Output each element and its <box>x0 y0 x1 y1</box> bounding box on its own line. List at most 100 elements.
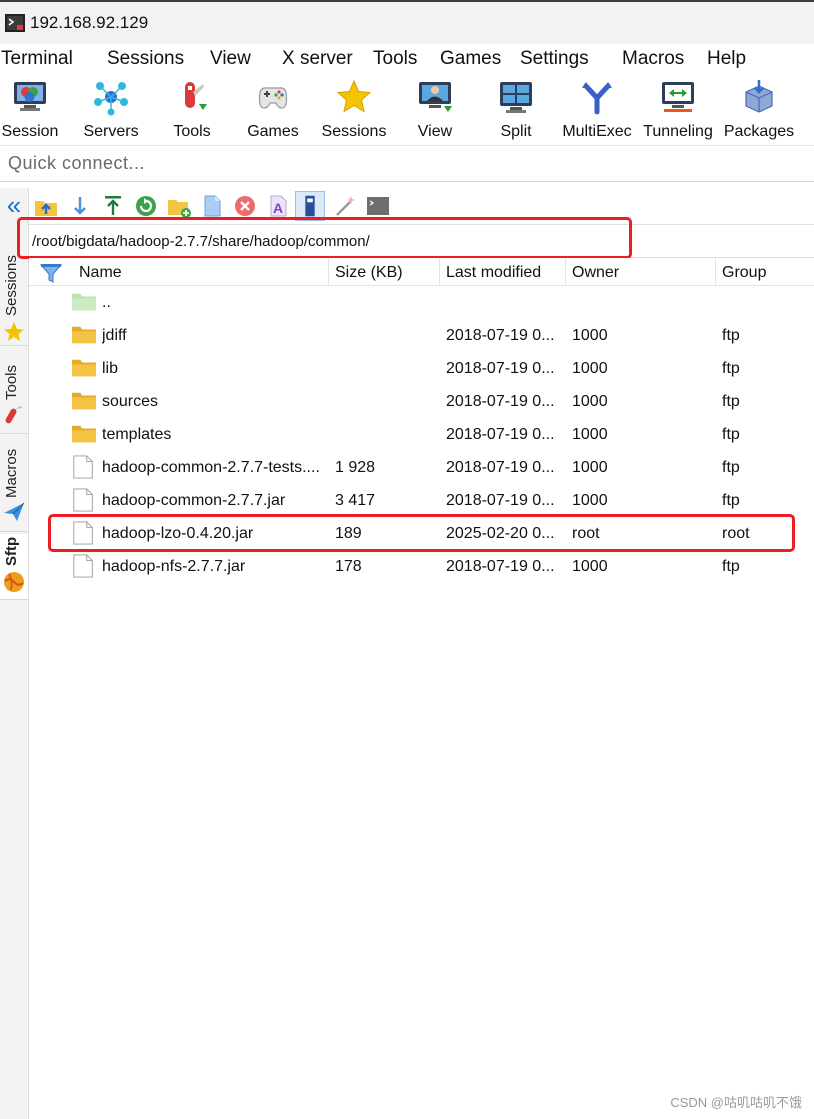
file-group: root <box>722 525 750 542</box>
gamepad-icon <box>258 87 288 109</box>
collapse-sidebar-icon[interactable]: « <box>1 192 27 220</box>
toolbar-packages-button[interactable]: Packages <box>719 78 799 142</box>
toolbar-tools-label: Tools <box>173 123 211 140</box>
magic-wand-icon[interactable] <box>332 193 358 219</box>
file-group: ftp <box>722 492 740 509</box>
folder-icon <box>72 425 96 443</box>
view-monitor-user-icon <box>419 82 452 112</box>
file-row[interactable]: hadoop-nfs-2.7.7.jar 178 2018-07-19 0... 10… <box>29 550 814 583</box>
folder-icon <box>72 359 96 377</box>
terminal-icon[interactable] <box>365 193 391 219</box>
svg-text:A: A <box>273 200 283 216</box>
file-owner: 1000 <box>572 558 608 575</box>
toolbar-tunneling-button[interactable]: Tunneling <box>638 78 718 142</box>
session-monitor-icon <box>14 82 46 111</box>
menu-tools[interactable]: Tools <box>373 48 417 70</box>
file-modified: 2018-07-19 0... <box>446 327 555 344</box>
column-header-modified[interactable]: Last modified <box>440 258 566 286</box>
file-owner <box>572 286 712 319</box>
toolbar-packages-label: Packages <box>723 123 795 140</box>
parent-folder-icon <box>72 293 96 311</box>
file-list-header: Name Size (KB) Last modified Owner Group <box>29 258 814 286</box>
mobaxterm-app-icon <box>5 14 25 32</box>
column-header-owner[interactable]: Owner <box>566 258 716 286</box>
toolbar-games-button[interactable]: Games <box>233 78 313 142</box>
follow-terminal-icon[interactable] <box>295 191 325 221</box>
menu-sessions[interactable]: Sessions <box>107 48 184 70</box>
file-modified: 2018-07-19 0... <box>446 360 555 377</box>
file-group: ftp <box>722 459 740 476</box>
toolbar-multiexec-button[interactable]: MultiExec <box>557 78 637 142</box>
file-size <box>335 418 435 451</box>
remote-path-input[interactable] <box>32 230 592 252</box>
tunneling-arrows-icon <box>662 82 694 112</box>
delete-icon[interactable] <box>232 193 258 219</box>
file-name: lib <box>102 360 119 377</box>
file-row[interactable]: lib 2018-07-19 0... 1000 ftp <box>29 352 814 385</box>
menu-macros[interactable]: Macros <box>622 48 684 70</box>
column-header-size[interactable]: Size (KB) <box>329 258 440 286</box>
file-owner: 1000 <box>572 459 608 476</box>
menu-help[interactable]: Help <box>707 48 746 70</box>
paper-plane-icon <box>4 502 25 521</box>
folder-icon <box>72 392 96 410</box>
file-name: jdiff <box>102 327 127 344</box>
toolbar-tools-button[interactable]: Tools <box>152 78 232 142</box>
toolbar-multiexec-label: MultiExec <box>562 123 632 140</box>
file-row[interactable]: hadoop-lzo-0.4.20.jar 189 2025-02-20 0... r… <box>29 517 814 550</box>
sidebar-tab-macros[interactable]: Macros <box>0 436 28 532</box>
new-folder-icon[interactable] <box>166 193 192 219</box>
toolbar-view-button[interactable]: View <box>395 78 475 142</box>
parent-directory-icon[interactable] <box>33 193 59 219</box>
toolbar-servers-button[interactable]: Servers <box>71 78 151 142</box>
new-file-icon[interactable] <box>199 193 225 219</box>
filter-funnel-icon[interactable] <box>39 262 63 284</box>
file-owner: 1000 <box>572 360 608 377</box>
file-group <box>722 286 810 319</box>
file-row[interactable]: .. <box>29 286 814 319</box>
path-bar <box>29 224 814 258</box>
sidebar-tab-sessions[interactable]: Sessions <box>0 228 28 346</box>
multiexec-fork-icon <box>582 82 612 115</box>
file-icon <box>73 521 93 545</box>
column-header-name[interactable]: Name <box>73 258 329 286</box>
file-row[interactable]: hadoop-common-2.7.7.jar 3 417 2018-07-19 0… <box>29 484 814 517</box>
watermark: CSDN @咕叽咕叽不饿 <box>670 1095 802 1110</box>
sidebar-tab-tools-label: Tools <box>3 364 20 400</box>
window-title: 192.168.92.129 <box>30 13 149 32</box>
menu-games[interactable]: Games <box>440 48 501 70</box>
file-icon <box>73 554 93 578</box>
menu-x-server[interactable]: X server <box>282 48 353 70</box>
file-row[interactable]: sources 2018-07-19 0... 1000 ftp <box>29 385 814 418</box>
toolbar-view-label: View <box>417 123 453 140</box>
menu-terminal[interactable]: Terminal <box>1 48 73 70</box>
refresh-icon[interactable] <box>133 193 159 219</box>
quick-connect-input[interactable] <box>8 150 798 176</box>
file-modified <box>446 286 564 319</box>
toolbar-tunneling-label: Tunneling <box>643 123 713 140</box>
toolbar-sessions-button[interactable]: Sessions <box>314 78 394 142</box>
download-icon[interactable] <box>67 193 93 219</box>
file-modified: 2018-07-19 0... <box>446 459 555 476</box>
sidebar-tab-sftp[interactable]: Sftp <box>0 534 28 600</box>
file-modified: 2025-02-20 0... <box>446 525 555 542</box>
file-row[interactable]: jdiff 2018-07-19 0... 1000 ftp <box>29 319 814 352</box>
file-row[interactable]: templates 2018-07-19 0... 1000 ftp <box>29 418 814 451</box>
file-modified: 2018-07-19 0... <box>446 393 555 410</box>
toolbar-split-button[interactable]: Split <box>476 78 556 142</box>
file-name: hadoop-nfs-2.7.7.jar <box>102 558 246 575</box>
sidebar-tab-tools[interactable]: Tools <box>0 348 28 434</box>
upload-icon[interactable] <box>100 193 126 219</box>
file-group: ftp <box>722 327 740 344</box>
file-name: hadoop-lzo-0.4.20.jar <box>102 525 254 542</box>
sidebar-tab-sftp-label: Sftp <box>3 536 20 566</box>
toolbar-session-button[interactable]: Session <box>0 78 70 142</box>
file-name: templates <box>102 426 172 443</box>
menu-settings[interactable]: Settings <box>520 48 589 70</box>
file-size: 3 417 <box>335 492 376 509</box>
column-header-group[interactable]: Group <box>716 258 814 286</box>
menu-view[interactable]: View <box>210 48 251 70</box>
file-row[interactable]: hadoop-common-2.7.7-tests.... 1 928 2018-0… <box>29 451 814 484</box>
rename-icon[interactable]: A <box>265 193 291 219</box>
file-modified: 2018-07-19 0... <box>446 426 555 443</box>
